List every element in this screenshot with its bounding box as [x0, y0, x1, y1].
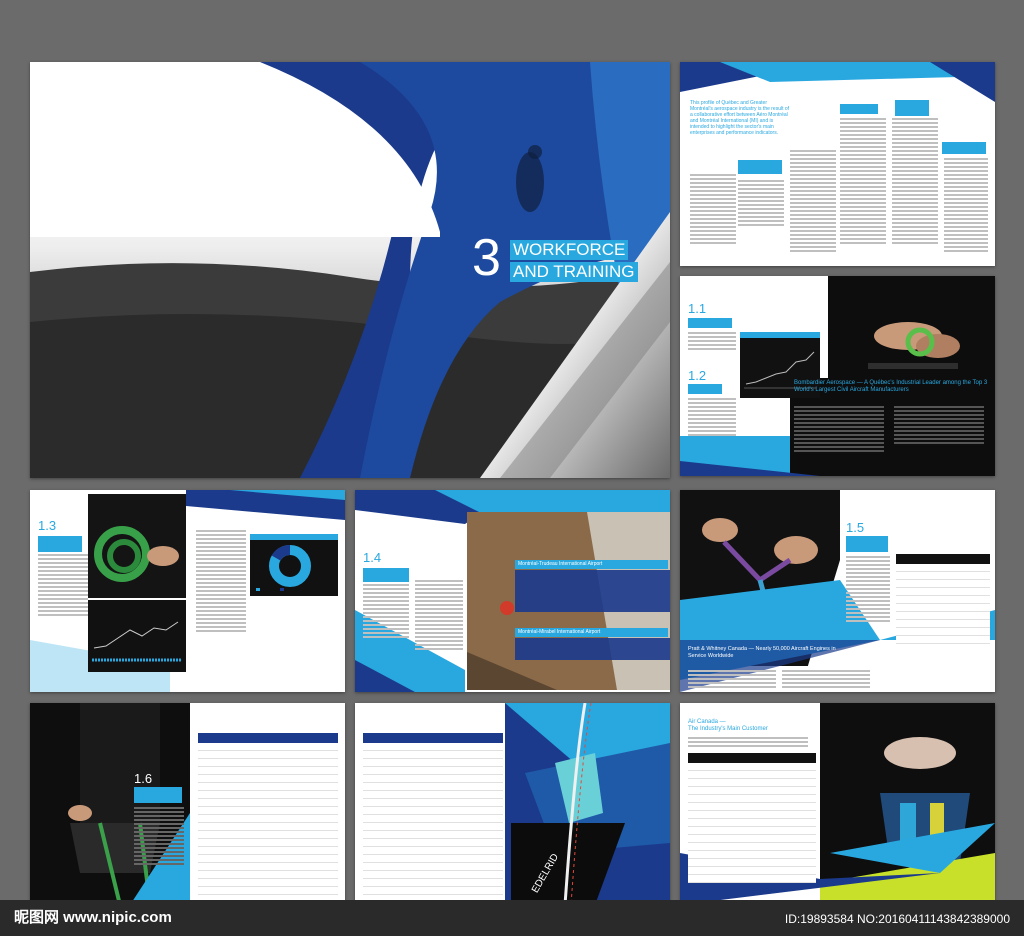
air-canada-title-1: Air Canada —	[688, 719, 726, 725]
section-1-6-number: 1.6	[134, 771, 153, 786]
carabiner-page: EDELRID	[355, 703, 670, 905]
section-1-4-heading	[363, 568, 409, 582]
airport-banner-2: Montréal-Mirabel International Airport	[515, 628, 668, 637]
section-1-4-page: 1.4 Montréal-Trudeau International Airpo…	[355, 490, 670, 692]
watermark-left: 昵图网 www.nipic.com	[14, 909, 172, 926]
pw-col-2	[782, 670, 870, 690]
section-1-1-number: 1.1	[688, 301, 707, 316]
section-1-5-text	[846, 556, 890, 624]
intro-column-3	[790, 150, 836, 254]
section-1-6-text	[134, 807, 184, 867]
intro-callout-1	[738, 160, 782, 174]
intro-column-6	[944, 158, 988, 254]
section-1-6-heading	[134, 787, 182, 803]
bombardier-feature: Bombardier Aerospace — A Québec's Indust…	[794, 380, 988, 393]
section-1-3-heading	[38, 536, 82, 552]
airport-banner-1: Montréal-Trudeau International Airport	[515, 560, 668, 569]
section-1-1-heading	[688, 318, 732, 328]
section-1-6-page: 1.6	[30, 703, 345, 905]
section-1-5-table	[896, 554, 990, 644]
section-1-2-number: 1.2	[688, 368, 707, 383]
intro-column-1	[690, 174, 736, 246]
section-1-3-col-2	[196, 530, 246, 634]
intro-page: This profile of Québec and Greater Montr…	[680, 62, 995, 266]
airport-list-2	[515, 638, 670, 660]
intro-column-4	[840, 118, 886, 246]
line-chart-2	[92, 621, 182, 662]
intro-text: This profile of Québec and Greater Montr…	[690, 100, 790, 136]
donut-chart-box	[250, 534, 338, 596]
chapter-title-line2: AND TRAINING	[510, 262, 638, 282]
section-1-6-table	[198, 733, 338, 903]
section-1-4-col-2	[415, 580, 463, 652]
section-1-3-page: 1.3	[30, 490, 345, 692]
section-1-5-page: 1.5 Pratt & Whitney Canada — Nearly 50,0…	[680, 490, 995, 692]
pw-feature: Pratt & Whitney Canada — Nearly 50,000 A…	[688, 646, 836, 659]
section-1-2-heading	[688, 384, 722, 394]
section-1-3-text	[38, 554, 88, 618]
bombardier-page: 1.1 1.2 Bombardier Aerospace — A Québec'…	[680, 276, 995, 476]
bombardier-col-1	[794, 406, 884, 454]
airport-list-1	[515, 570, 670, 612]
section-1-4-text	[363, 584, 409, 640]
intro-column-5	[892, 118, 938, 246]
pw-col-1	[688, 670, 776, 690]
section-1-4-number: 1.4	[363, 550, 382, 565]
carabiner-page-table	[363, 733, 503, 895]
intro-column-2	[738, 180, 784, 228]
bombardier-col-2	[894, 406, 984, 446]
air-canada-title-2: The Industry's Main Customer	[688, 726, 768, 732]
air-canada-table	[688, 753, 816, 883]
chapter-spread: 3 WORKFORCE AND TRAINING	[30, 62, 670, 478]
donut-chart	[250, 534, 338, 591]
air-canada-page: Air Canada — The Industry's Main Custome…	[680, 703, 995, 905]
section-1-1-text	[688, 332, 736, 352]
air-canada-text	[688, 737, 808, 749]
intro-callout-3	[895, 100, 929, 116]
section-1-2-text	[688, 398, 736, 438]
intro-callout-4	[942, 142, 986, 154]
watermark-right: ID:19893584 NO:20160411143842389000	[784, 912, 1010, 926]
line-chart-box-2	[88, 600, 186, 672]
watermark-bar: 昵图网 www.nipic.com ID:19893584 NO:2016041…	[0, 900, 1024, 936]
section-1-5-heading	[846, 536, 888, 552]
section-1-5-number: 1.5	[846, 520, 865, 535]
section-1-3-number: 1.3	[38, 518, 57, 533]
chapter-number: 3	[472, 229, 501, 287]
chapter-title-line1: WORKFORCE	[510, 240, 629, 260]
intro-callout-2	[840, 104, 878, 114]
